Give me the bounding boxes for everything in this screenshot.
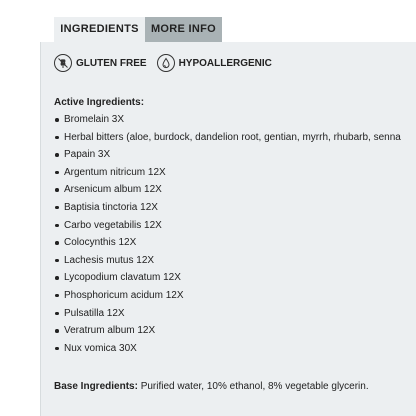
ingredient-item: Herbal bitters (aloe, burdock, dandelion… bbox=[54, 129, 416, 147]
ingredient-item: Arsenicum album 12X bbox=[54, 181, 416, 199]
tab-more-info[interactable]: MORE INFO bbox=[145, 17, 222, 42]
badge-row: GLUTEN FREE HYPOALLERGENIC bbox=[54, 54, 282, 72]
wheat-crossed-icon-glyph bbox=[58, 58, 68, 68]
hypoallergenic-label: HYPOALLERGENIC bbox=[178, 57, 272, 69]
gluten-free-label: GLUTEN FREE bbox=[76, 57, 147, 69]
ingredients-panel: GLUTEN FREE HYPOALLERGENIC Active Ingred… bbox=[40, 42, 416, 416]
base-ingredients: Base Ingredients: Purified water, 10% et… bbox=[54, 381, 369, 392]
ingredient-item: Phosphoricum acidum 12X bbox=[54, 287, 416, 305]
ingredient-item: Carbo vegetabilis 12X bbox=[54, 217, 416, 235]
ingredient-item: Veratrum album 12X bbox=[54, 322, 416, 340]
ingredient-item: Lycopodium clavatum 12X bbox=[54, 269, 416, 287]
ingredient-item: Baptisia tinctoria 12X bbox=[54, 199, 416, 217]
ingredient-item: Pulsatilla 12X bbox=[54, 305, 416, 323]
ingredient-item: Nux vomica 30X bbox=[54, 340, 416, 358]
wheat-crossed-icon bbox=[54, 54, 72, 72]
ingredient-item: Argentum nitricum 12X bbox=[54, 164, 416, 182]
ingredient-item: Lachesis mutus 12X bbox=[54, 252, 416, 270]
drop-icon-glyph bbox=[162, 57, 170, 69]
hypoallergenic-badge: HYPOALLERGENIC bbox=[156, 54, 272, 72]
active-ingredients-list: Bromelain 3X Herbal bitters (aloe, burdo… bbox=[54, 111, 416, 357]
gluten-free-badge: GLUTEN FREE bbox=[54, 54, 147, 72]
base-ingredients-text: Purified water, 10% ethanol, 8% vegetabl… bbox=[137, 381, 369, 392]
drop-icon bbox=[156, 54, 175, 72]
active-ingredients-title: Active Ingredients: bbox=[54, 97, 145, 108]
ingredient-item: Bromelain 3X bbox=[54, 111, 416, 129]
ingredient-item: Papain 3X bbox=[54, 146, 416, 164]
base-ingredients-label: Base Ingredients: bbox=[54, 381, 138, 392]
tab-ingredients[interactable]: INGREDIENTS bbox=[54, 17, 145, 42]
ingredient-item: Colocynthis 12X bbox=[54, 234, 416, 252]
tab-bar: INGREDIENTS MORE INFO bbox=[54, 17, 222, 42]
